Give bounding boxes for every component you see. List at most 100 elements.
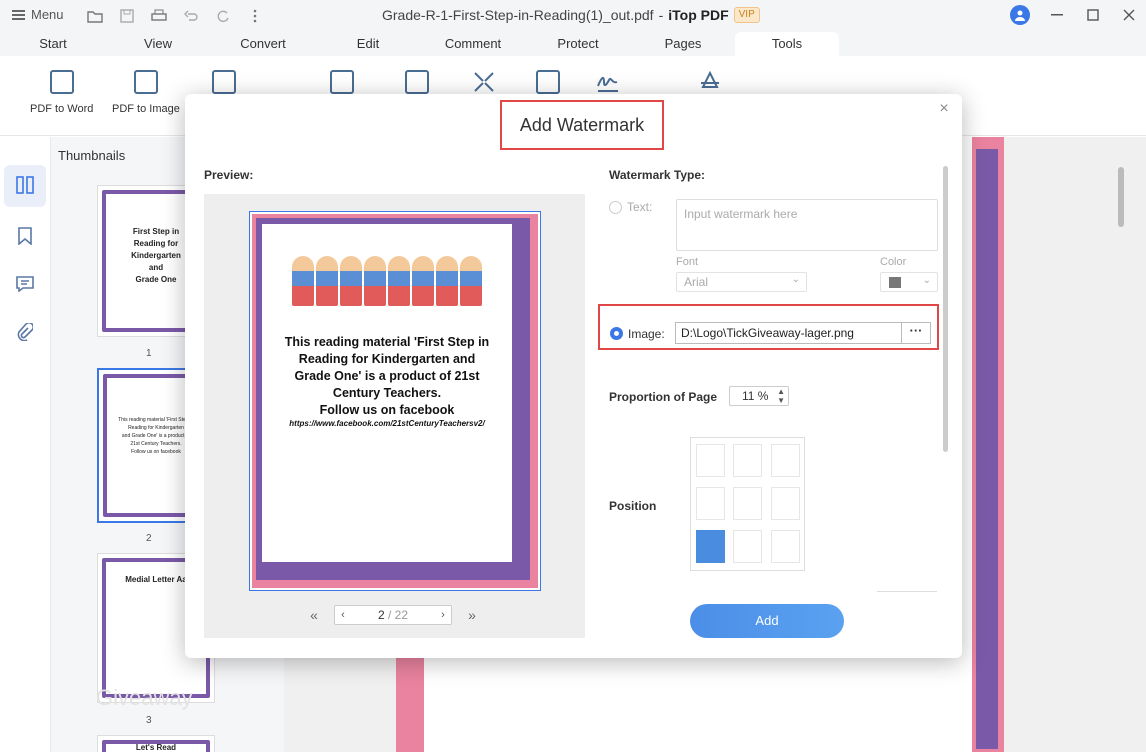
tab-edit[interactable]: Edit <box>338 32 398 56</box>
bookmarks-panel-button[interactable] <box>4 216 46 258</box>
total-pages: / 22 <box>388 608 409 622</box>
tab-start[interactable]: Start <box>22 32 84 56</box>
protect-button[interactable] <box>536 70 560 94</box>
compress-button[interactable] <box>330 70 354 94</box>
tab-tools[interactable]: Tools <box>735 32 839 56</box>
browse-button[interactable]: ··· <box>901 322 931 344</box>
position-grid <box>690 437 805 571</box>
maximize-icon[interactable] <box>1084 6 1102 24</box>
document-scrollbar[interactable] <box>1118 167 1124 227</box>
next-page-icon[interactable]: › <box>435 609 451 621</box>
position-top-left[interactable] <box>696 444 725 477</box>
preview-area: This reading material 'First Step in Rea… <box>204 194 585 638</box>
tab-pages[interactable]: Pages <box>652 32 714 56</box>
stepper-arrows-icon[interactable]: ▲ ▼ <box>777 387 785 405</box>
thumbnails-icon <box>16 175 34 197</box>
account-avatar-icon[interactable] <box>1010 5 1030 25</box>
app-name: iTop PDF <box>668 7 729 23</box>
save-icon[interactable] <box>116 6 138 26</box>
comments-panel-button[interactable] <box>4 264 46 306</box>
font-select[interactable]: Arial ⌄ <box>676 272 807 292</box>
redo-icon[interactable] <box>212 6 234 26</box>
file-name: Grade-R-1-First-Step-in-Reading(1)_out.p… <box>382 7 654 23</box>
font-label: Font <box>676 256 699 268</box>
image-path-input[interactable]: D:\Logo\TickGiveaway-lager.png <box>675 322 901 344</box>
menu-tabs: Start View Convert Edit Comment Protect … <box>0 32 1146 56</box>
position-bottom-right[interactable] <box>771 530 800 563</box>
print-icon[interactable] <box>148 6 170 26</box>
compress-icon <box>330 70 354 94</box>
undo-icon[interactable] <box>180 6 202 26</box>
image-radio[interactable] <box>610 327 623 340</box>
more-vertical-icon[interactable] <box>244 6 266 26</box>
color-select[interactable]: ⌄ <box>880 272 938 292</box>
position-label: Position <box>609 499 657 513</box>
preview-label: Preview: <box>204 168 254 182</box>
chevron-down-icon: ⌄ <box>922 275 931 286</box>
preview-content: This reading material 'First Step in Rea… <box>262 224 512 562</box>
position-bottom-left[interactable] <box>696 530 725 563</box>
watermark-text-input[interactable]: Input watermark here <box>676 199 938 251</box>
preview-line: Reading for Kindergarten and <box>298 352 476 366</box>
preview-line: Grade One' is a product of 21st <box>294 369 480 383</box>
pdf-to-ppt-button[interactable] <box>212 70 236 94</box>
thumbnails-panel-button[interactable] <box>4 165 46 207</box>
tab-convert[interactable]: Convert <box>225 32 301 56</box>
attachments-panel-button[interactable] <box>4 312 46 354</box>
position-middle-right[interactable] <box>771 487 800 520</box>
hamburger-icon <box>12 9 25 20</box>
thumbnail-page-4[interactable]: Let's Read <box>97 735 215 752</box>
proportion-label: Proportion of Page <box>609 390 717 404</box>
tab-view[interactable]: View <box>126 32 190 56</box>
page-number[interactable]: 2 / 22 <box>351 608 435 622</box>
position-bottom-center[interactable] <box>733 530 762 563</box>
pdf-to-image-button[interactable]: PDF to Image <box>112 70 180 115</box>
window-title: Grade-R-1-First-Step-in-Reading(1)_out.p… <box>382 7 760 23</box>
pdf-to-word-button[interactable]: PDF to Word <box>30 70 93 115</box>
position-middle-center[interactable] <box>733 487 762 520</box>
vip-badge[interactable]: VIP <box>733 7 760 23</box>
dialog-scrollbar[interactable] <box>943 166 948 452</box>
chevron-down-icon: ⌄ <box>791 274 800 285</box>
paperclip-icon <box>17 321 35 344</box>
sign-button[interactable] <box>596 70 620 94</box>
proportion-value: 11 % <box>742 389 769 403</box>
title-separator: - <box>658 7 664 23</box>
close-icon[interactable]: × <box>936 101 952 117</box>
position-middle-left[interactable] <box>696 487 725 520</box>
color-label: Color <box>880 256 907 268</box>
first-page-icon[interactable]: « <box>304 607 324 623</box>
lock-document-icon <box>536 70 560 94</box>
last-page-icon[interactable]: » <box>462 607 482 623</box>
thumbnails-title: Thumbnails <box>58 148 126 163</box>
thumbnail-page-number: 2 <box>146 533 152 544</box>
position-top-center[interactable] <box>733 444 762 477</box>
watermark-overlay-text: Giveaway <box>96 685 193 710</box>
position-top-right[interactable] <box>771 444 800 477</box>
image-option-label: Image: <box>628 327 665 341</box>
signature-icon <box>596 70 620 94</box>
merge-button[interactable] <box>472 70 496 94</box>
preview-line: This reading material 'First Step in <box>284 335 490 349</box>
pdf-to-word-label: PDF to Word <box>30 103 94 115</box>
page-selector: ‹ 2 / 22 › <box>334 605 452 625</box>
split-button[interactable] <box>405 70 429 94</box>
prev-page-icon[interactable]: ‹ <box>335 609 351 621</box>
dialog-title: Add Watermark <box>500 100 664 150</box>
watermark-button[interactable] <box>698 70 722 94</box>
close-window-icon[interactable] <box>1120 6 1138 24</box>
text-radio[interactable] <box>609 201 622 214</box>
comment-icon <box>16 275 34 295</box>
proportion-stepper[interactable]: 11 % ▲ ▼ <box>729 386 789 406</box>
open-folder-icon[interactable] <box>84 6 106 26</box>
tab-comment[interactable]: Comment <box>432 32 514 56</box>
menu-button[interactable]: Menu <box>12 7 64 22</box>
preview-page: This reading material 'First Step in Rea… <box>249 211 541 591</box>
add-button[interactable]: Add <box>690 604 844 638</box>
current-page: 2 <box>377 608 385 622</box>
minimize-icon[interactable] <box>1048 6 1066 24</box>
thumbnail-text: Let's Read <box>110 742 202 752</box>
tab-protect[interactable]: Protect <box>543 32 613 56</box>
preview-line: Follow us on facebook <box>319 403 455 417</box>
merge-arrows-icon <box>472 70 496 94</box>
